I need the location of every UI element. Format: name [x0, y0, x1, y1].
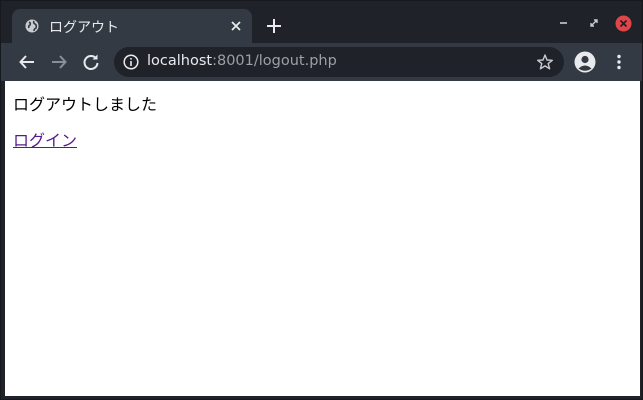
logout-message: ログアウトしました [13, 95, 158, 114]
new-tab-plus-icon[interactable] [265, 17, 283, 35]
address-bar[interactable]: localhost:8001/logout.php [114, 47, 564, 77]
info-icon[interactable] [123, 54, 139, 70]
back-arrow-icon[interactable] [18, 53, 36, 71]
login-link[interactable]: ログイン [13, 127, 77, 151]
minimize-window-icon[interactable] [557, 15, 571, 31]
browser-window: ログアウト localhost:8001/logout.php ログアウトしまし… [0, 0, 643, 400]
url-path: :8001/logout.php [212, 53, 337, 69]
forward-arrow-icon[interactable] [50, 53, 68, 71]
reload-icon[interactable] [82, 53, 100, 71]
tab-title: ログアウト [49, 20, 119, 36]
globe-icon [25, 19, 39, 33]
browser-toolbar: localhost:8001/logout.php [1, 43, 642, 81]
url-text[interactable]: localhost:8001/logout.php [147, 53, 337, 69]
close-window-icon[interactable] [615, 15, 632, 32]
close-tab-icon[interactable] [228, 18, 244, 34]
maximize-window-icon[interactable] [587, 15, 601, 31]
bookmark-star-icon[interactable] [536, 53, 554, 71]
tab-strip: ログアウト [1, 1, 642, 43]
url-host: localhost [147, 53, 213, 69]
kebab-menu-icon[interactable] [610, 53, 628, 71]
profile-avatar-icon[interactable] [574, 51, 596, 73]
page-content: ログアウトしました ログイン [5, 81, 640, 396]
tab-logout[interactable]: ログアウト [12, 9, 252, 43]
